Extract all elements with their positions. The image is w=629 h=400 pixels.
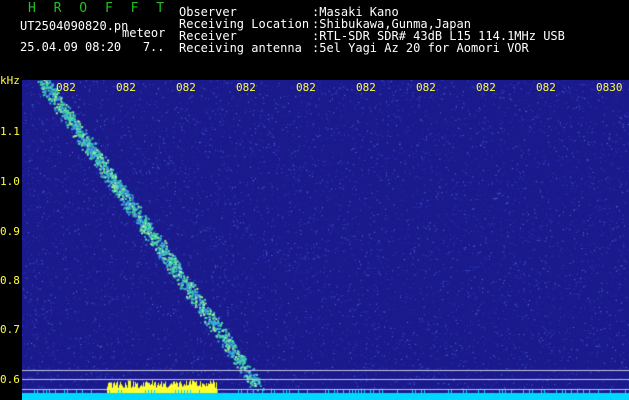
antenna-label: Receiving antenna xyxy=(179,41,302,55)
x-tick-label: 082 xyxy=(416,81,436,94)
y-tick-label: 1.1 xyxy=(0,125,20,138)
y-tick-label: 0.7 xyxy=(0,323,20,336)
app-title: H R O F F T xyxy=(28,1,170,16)
header-panel: H R O F F T UT2504090820.pn meteor 25.04… xyxy=(0,0,629,80)
x-tick-label: 082 xyxy=(236,81,256,94)
spectrogram-plot xyxy=(22,80,629,400)
spectrogram-canvas xyxy=(22,80,629,400)
x-tick-label: 082 xyxy=(356,81,376,94)
x-tick-label: 082 xyxy=(56,81,76,94)
x-tick-label: 082 xyxy=(476,81,496,94)
y-tick-label: 0.9 xyxy=(0,225,20,238)
y-axis-unit: kHz xyxy=(0,74,20,87)
x-tick-label: 082 xyxy=(536,81,556,94)
date-time: 25.04.09 08:20 7.. xyxy=(20,40,165,54)
x-tick-label: 082 xyxy=(176,81,196,94)
x-tick-label: 0830 xyxy=(596,81,623,94)
file-name: UT2504090820.pn xyxy=(20,19,129,33)
x-tick-label: 082 xyxy=(116,81,136,94)
meteor-label: meteor xyxy=(122,26,166,40)
antenna-value: :5el Yagi Az 20 for Aomori VOR xyxy=(312,41,529,55)
x-tick-label: 082 xyxy=(296,81,316,94)
y-tick-label: 1.0 xyxy=(0,175,20,188)
y-tick-label: 0.6 xyxy=(0,373,20,386)
y-tick-label: 0.8 xyxy=(0,274,20,287)
